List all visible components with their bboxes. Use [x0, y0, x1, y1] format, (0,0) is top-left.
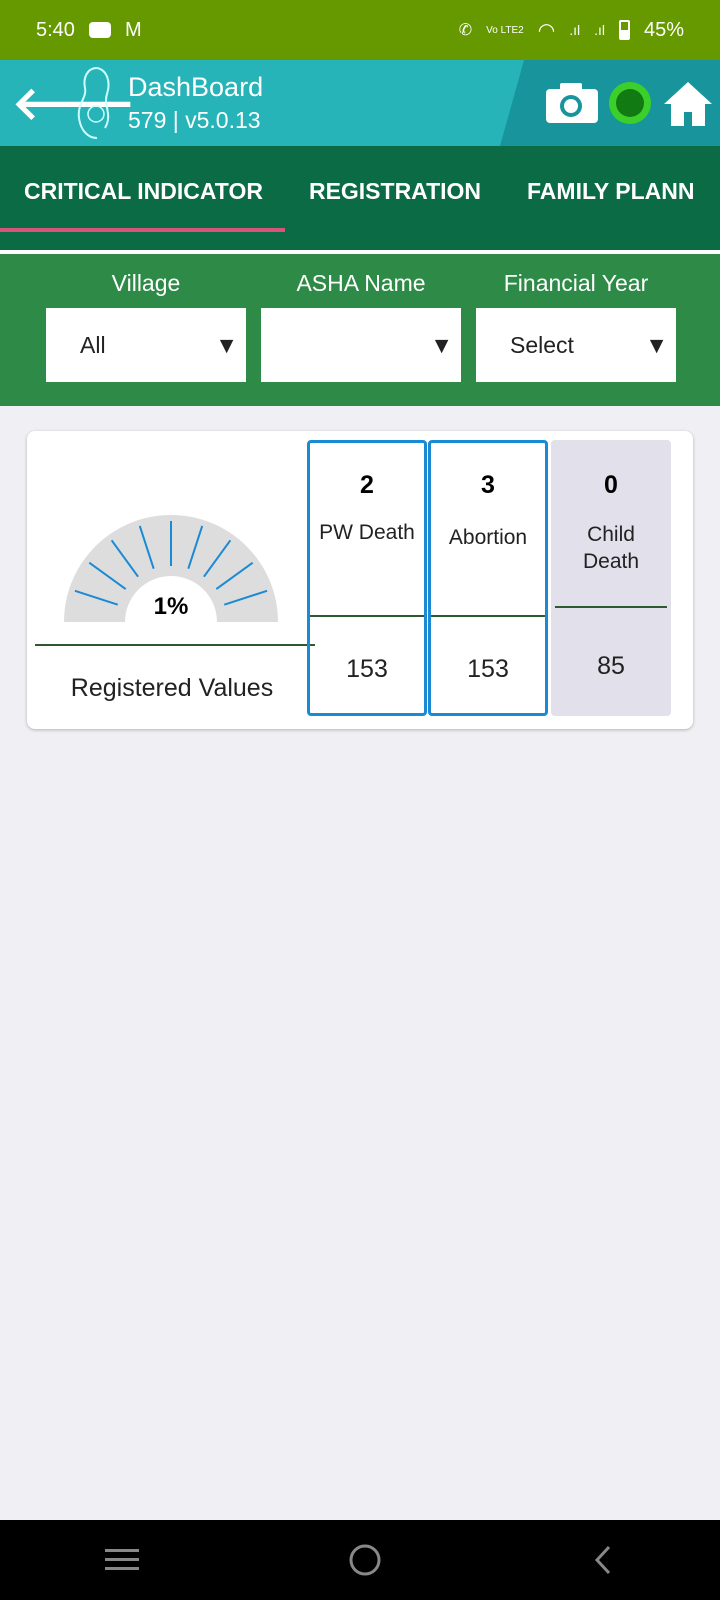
indicator-count: 3	[481, 471, 495, 499]
app-title: DashBoard	[128, 72, 264, 102]
indicator-registered: 85	[597, 652, 625, 680]
village-label: Village	[111, 270, 181, 296]
home-icon[interactable]	[660, 78, 716, 128]
divider	[35, 644, 315, 646]
tab-registration[interactable]: REGISTRATION	[285, 146, 503, 250]
registered-values-label: Registered Values	[70, 674, 274, 702]
asha-name-dropdown[interactable]: ▼	[261, 308, 461, 382]
critical-indicator-card: 1% Registered Values 2 PW Death 153 3 Ab…	[27, 431, 693, 729]
mother-child-logo-icon	[77, 67, 110, 139]
indicator-registered: 153	[346, 655, 388, 683]
gauge-percent-label: 1%	[154, 593, 189, 620]
wifi-calling-icon: ✆	[458, 22, 473, 39]
status-time: 5:40	[36, 18, 75, 41]
indicator-count: 0	[604, 471, 618, 499]
asha-name-label: ASHA Name	[296, 270, 426, 296]
indicator-label: PW Death	[319, 521, 415, 544]
youtube-icon	[88, 22, 111, 38]
home-circle-icon[interactable]	[348, 1543, 382, 1577]
menu-icon[interactable]	[104, 1547, 139, 1573]
indicator-abortion[interactable]: 3 Abortion 153	[428, 440, 548, 716]
divider	[555, 606, 667, 608]
volte-icon: Vo LTE2	[486, 24, 524, 36]
signal-icon: .ıl	[594, 22, 605, 38]
gmail-icon: M	[124, 18, 142, 41]
system-nav-bar	[0, 1520, 720, 1600]
app-bar: 🡐 DashBoard 579 | v5.0.13	[0, 60, 720, 146]
tab-critical-indicator[interactable]: CRITICAL INDICATOR	[0, 146, 285, 250]
back-arrow-icon[interactable]: 🡐	[12, 75, 135, 131]
wifi-icon: ◠	[537, 19, 556, 42]
village-dropdown[interactable]: All ▼	[46, 308, 246, 382]
tab-family-planning[interactable]: FAMILY PLANN	[503, 146, 716, 250]
indicator-child-death[interactable]: 0 Child Death 85	[551, 440, 671, 716]
indicator-pw-death[interactable]: 2 PW Death 153	[307, 440, 427, 716]
indicator-count: 2	[360, 471, 374, 499]
village-value: All	[80, 331, 106, 358]
indicator-registered: 153	[467, 655, 509, 683]
filter-bar: Village All ▼ ASHA Name ▼ Financial Year …	[0, 254, 720, 406]
financial-year-value: Select	[510, 331, 574, 358]
indicator-label: Abortion	[448, 526, 528, 549]
dropdown-arrow-icon: ▼	[215, 331, 238, 358]
dropdown-arrow-icon: ▼	[645, 331, 668, 358]
divider	[431, 615, 545, 617]
dropdown-arrow-icon: ▼	[430, 331, 453, 358]
divider	[310, 615, 424, 617]
online-status-icon	[609, 82, 651, 124]
back-nav-icon[interactable]	[591, 1544, 615, 1576]
signal-icon: .ıl	[569, 22, 581, 38]
status-bar: 5:40 M ✆ Vo LTE2 ◠ .ıl .ıl 45%	[0, 0, 720, 60]
indicator-label: Child Death	[582, 523, 640, 573]
app-subtitle: 579 | v5.0.13	[128, 107, 261, 133]
battery-percent: 45%	[643, 18, 684, 41]
financial-year-dropdown[interactable]: Select ▼	[476, 308, 676, 382]
battery-icon	[618, 20, 630, 40]
tab-bar: CRITICAL INDICATOR REGISTRATION FAMILY P…	[0, 146, 720, 250]
camera-icon[interactable]	[544, 81, 600, 125]
financial-year-label: Financial Year	[503, 270, 649, 296]
